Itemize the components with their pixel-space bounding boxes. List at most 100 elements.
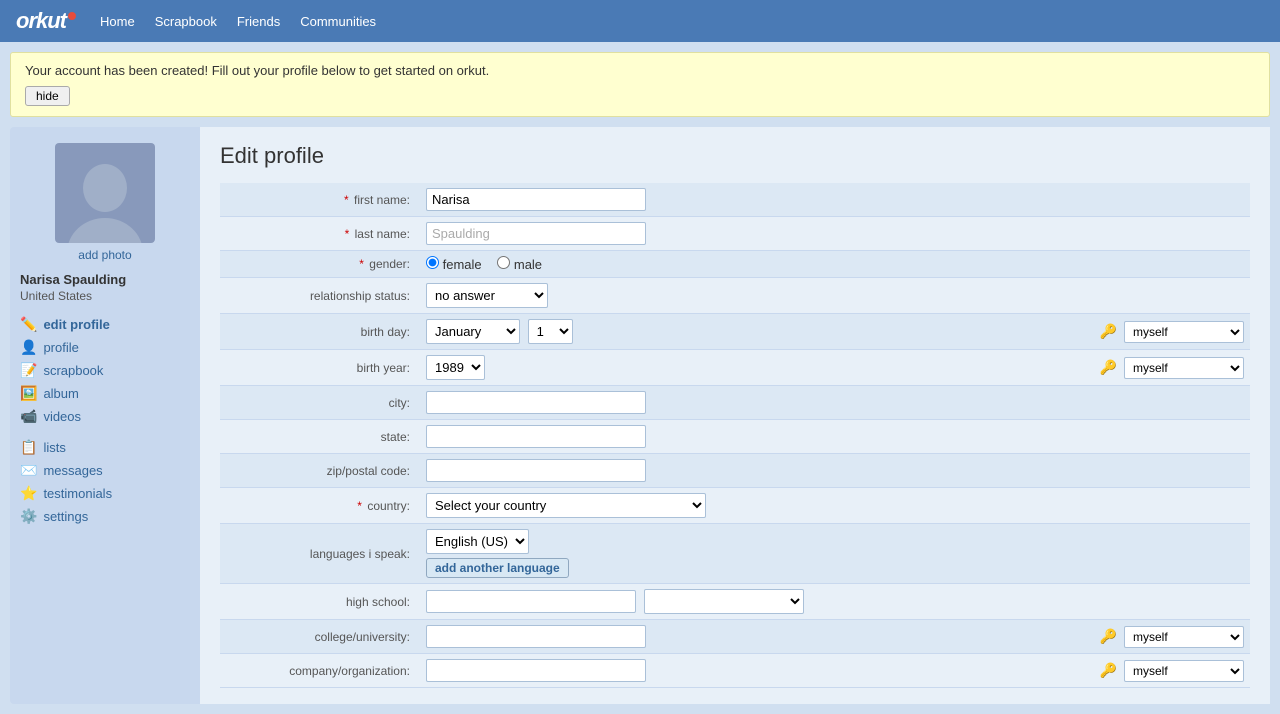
high-school-input[interactable] <box>426 590 636 613</box>
zip-privacy <box>1070 454 1250 488</box>
table-row: high school: 2000200120022003 2004200520… <box>220 584 1250 620</box>
last-name-cell <box>420 217 1070 251</box>
gender-female-radio[interactable] <box>426 256 439 269</box>
birth-month-select[interactable]: JanuaryFebruaryMarch AprilMayJune JulyAu… <box>426 319 520 344</box>
company-input[interactable] <box>426 659 646 682</box>
high-school-year-select[interactable]: 2000200120022003 2004200520062007 <box>644 589 804 614</box>
user-location: United States <box>20 289 190 303</box>
languages-privacy <box>1070 524 1250 584</box>
messages-icon: ✉️ <box>20 462 37 479</box>
company-cell <box>420 654 1070 688</box>
sidebar-item-messages[interactable]: ✉️ messages <box>20 459 190 482</box>
gender-privacy <box>1070 251 1250 278</box>
profile-form: * first name: * last name: <box>220 183 1250 688</box>
table-row: birth day: JanuaryFebruaryMarch AprilMay… <box>220 314 1250 350</box>
birth-day-label: birth day: <box>220 314 420 350</box>
languages-cell: English (US) Portuguese Spanish French a… <box>420 524 1070 584</box>
sidebar-item-testimonials[interactable]: ⭐ testimonials <box>20 482 190 505</box>
birth-year-select[interactable]: 1989198819901985 <box>426 355 485 380</box>
college-cell <box>420 620 1070 654</box>
birth-day-privacy-select[interactable]: myselffriendseveryone <box>1124 321 1244 343</box>
birth-year-privacy-select[interactable]: myselffriendseveryone <box>1124 357 1244 379</box>
gender-male-radio[interactable] <box>497 256 510 269</box>
required-star: * <box>359 257 364 271</box>
company-privacy-select[interactable]: myselffriendseveryone <box>1124 660 1244 682</box>
sidebar-item-album[interactable]: 🖼️ album <box>20 382 190 405</box>
page-title: Edit profile <box>220 143 1250 169</box>
country-cell: Select your country United States Brazil… <box>420 488 1070 524</box>
gender-female-label[interactable]: female <box>426 257 485 272</box>
sidebar-item-scrapbook[interactable]: 📝 scrapbook <box>20 359 190 382</box>
hide-button[interactable]: hide <box>25 86 70 106</box>
city-input[interactable] <box>426 391 646 414</box>
sidebar-item-lists[interactable]: 📋 lists <box>20 436 190 459</box>
table-row: * last name: <box>220 217 1250 251</box>
table-row: company/organization: 🔑 myselffriendseve… <box>220 654 1250 688</box>
content-area: Edit profile * first name: * last name: <box>200 127 1270 704</box>
rel-status-privacy <box>1070 278 1250 314</box>
privacy-key-icon: 🔑 <box>1100 323 1117 340</box>
required-star: * <box>357 499 362 513</box>
first-name-label: * first name: <box>220 183 420 217</box>
country-privacy <box>1070 488 1250 524</box>
birth-day-cell: JanuaryFebruaryMarch AprilMayJune JulyAu… <box>420 314 1070 350</box>
birth-year-privacy-wrapper: 🔑 myselffriendseveryone <box>1076 357 1244 379</box>
gender-label: * gender: <box>220 251 420 278</box>
first-name-cell <box>420 183 1070 217</box>
nav-communities[interactable]: Communities <box>300 14 376 29</box>
college-privacy-select[interactable]: myselffriendseveryone <box>1124 626 1244 648</box>
table-row: zip/postal code: <box>220 454 1250 488</box>
birth-year-label: birth year: <box>220 350 420 386</box>
city-privacy <box>1070 386 1250 420</box>
college-input[interactable] <box>426 625 646 648</box>
nav-home[interactable]: Home <box>100 14 135 29</box>
avatar-area: add photo <box>20 143 190 262</box>
last-name-input[interactable] <box>426 222 646 245</box>
first-name-privacy <box>1070 183 1250 217</box>
logo-area: orkut <box>16 8 76 34</box>
table-row: * gender: female male <box>220 251 1250 278</box>
logo-text: orkut <box>16 8 66 34</box>
country-label: * country: <box>220 488 420 524</box>
zip-input[interactable] <box>426 459 646 482</box>
high-school-label: high school: <box>220 584 420 620</box>
city-cell <box>420 386 1070 420</box>
rel-status-label: relationship status: <box>220 278 420 314</box>
table-row: * country: Select your country United St… <box>220 488 1250 524</box>
nav-scrapbook[interactable]: Scrapbook <box>155 14 217 29</box>
required-star: * <box>345 227 350 241</box>
last-name-label: * last name: <box>220 217 420 251</box>
notification-text: Your account has been created! Fill out … <box>25 63 1255 78</box>
last-name-privacy <box>1070 217 1250 251</box>
edit-profile-icon: ✏️ <box>20 316 37 333</box>
header: orkut Home Scrapbook Friends Communities <box>0 0 1280 42</box>
gender-male-label[interactable]: male <box>497 257 542 272</box>
sidebar-item-settings[interactable]: ⚙️ settings <box>20 505 190 528</box>
company-privacy-wrapper: 🔑 myselffriendseveryone <box>1076 660 1244 682</box>
table-row: college/university: 🔑 myselffriendsevery… <box>220 620 1250 654</box>
scrapbook-icon: 📝 <box>20 362 37 379</box>
table-row: state: <box>220 420 1250 454</box>
profile-icon: 👤 <box>20 339 37 356</box>
college-label: college/university: <box>220 620 420 654</box>
add-photo-link[interactable]: add photo <box>78 248 131 262</box>
country-select[interactable]: Select your country United States Brazil… <box>426 493 706 518</box>
add-language-button[interactable]: add another language <box>426 558 569 578</box>
city-label: city: <box>220 386 420 420</box>
sidebar-item-videos[interactable]: 📹 videos <box>20 405 190 428</box>
logo-dot <box>68 12 76 20</box>
zip-label: zip/postal code: <box>220 454 420 488</box>
nav-friends[interactable]: Friends <box>237 14 280 29</box>
sidebar-item-profile[interactable]: 👤 profile <box>20 336 190 359</box>
table-row: relationship status: no answer single in… <box>220 278 1250 314</box>
relationship-status-select[interactable]: no answer single in a relationship marri… <box>426 283 548 308</box>
state-input[interactable] <box>426 425 646 448</box>
high-school-privacy <box>1070 584 1250 620</box>
privacy-key-icon3: 🔑 <box>1100 628 1117 645</box>
languages-label: languages i speak: <box>220 524 420 584</box>
first-name-input[interactable] <box>426 188 646 211</box>
table-row: city: <box>220 386 1250 420</box>
language-select[interactable]: English (US) Portuguese Spanish French <box>426 529 529 554</box>
birth-day-select[interactable]: 1234 5678 910 <box>528 319 573 344</box>
sidebar-item-edit-profile[interactable]: ✏️ edit profile <box>20 313 190 336</box>
